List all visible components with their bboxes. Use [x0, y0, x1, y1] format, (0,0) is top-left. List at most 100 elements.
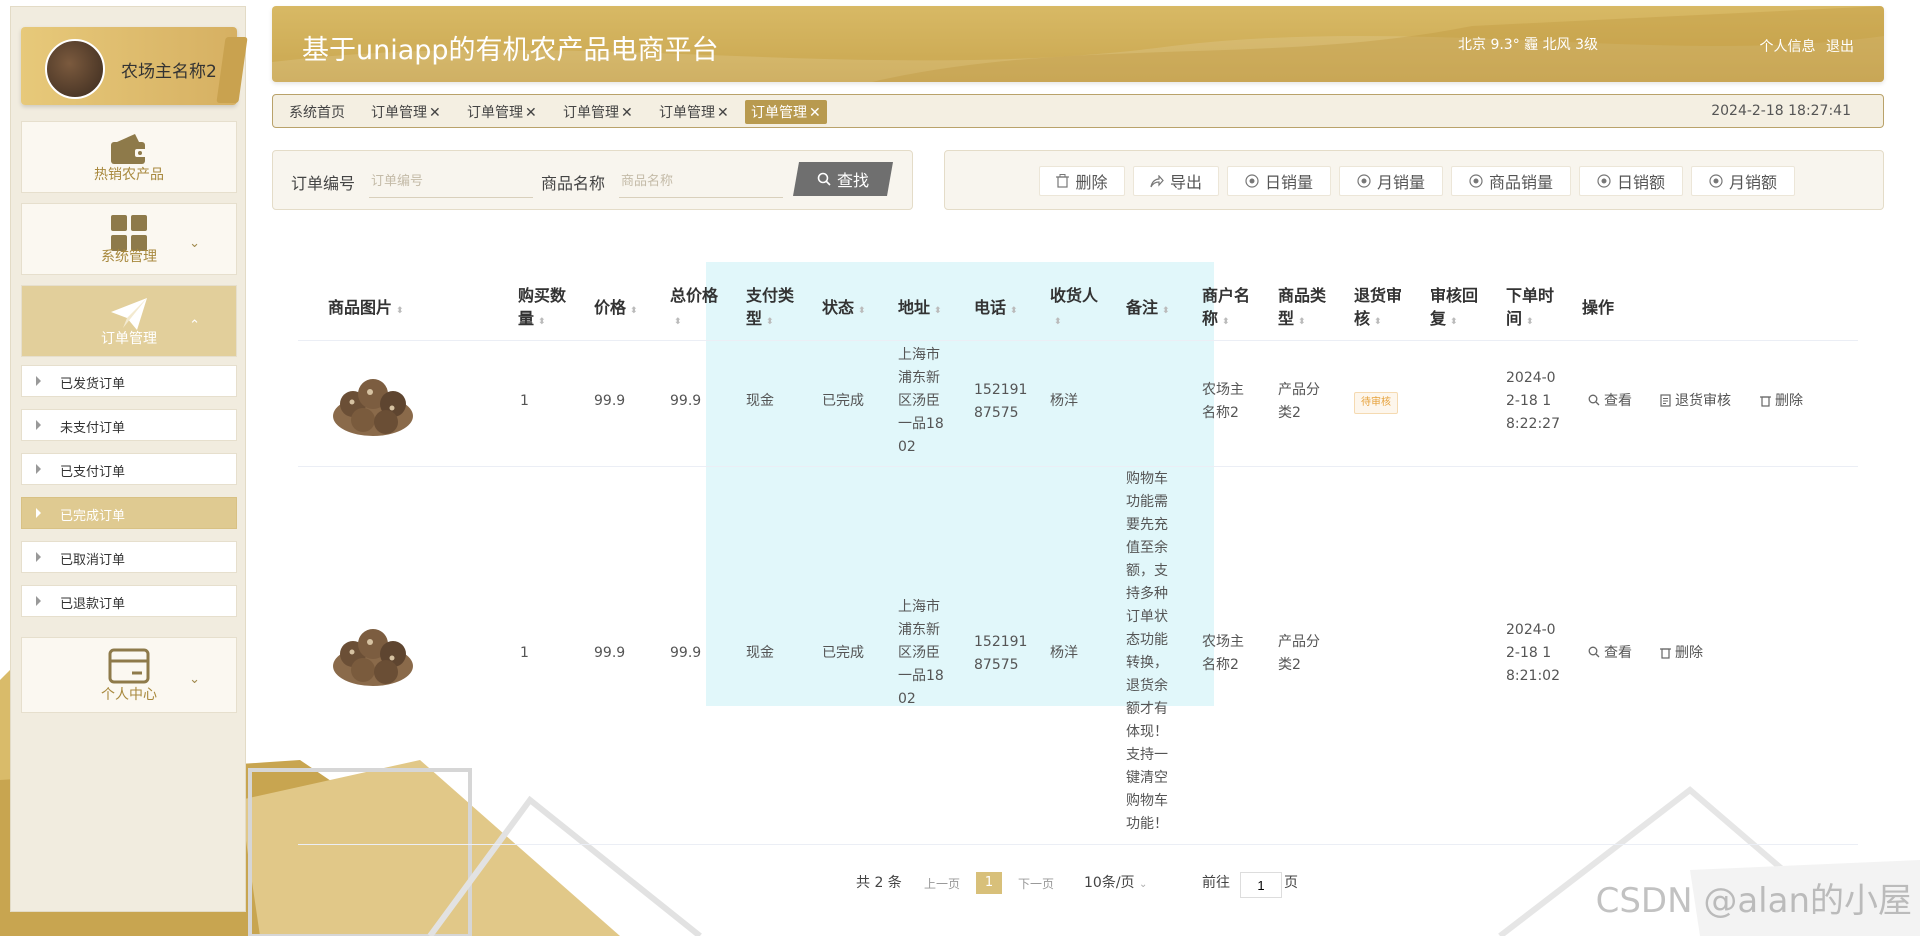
submenu-completed-orders[interactable]: 已完成订单: [21, 497, 237, 529]
close-icon[interactable]: ✕: [717, 105, 729, 121]
tab-orders-1[interactable]: 订单管理 ✕: [371, 102, 441, 122]
search-button[interactable]: 查找: [793, 162, 893, 196]
cell-address: 上海市 浦东新 区汤臣 一品18 02: [898, 347, 944, 455]
th-paytype[interactable]: 支付类型 ⬍: [746, 284, 794, 334]
menu-personal-center[interactable]: ⌄ 个人中心: [21, 637, 237, 713]
cell-paytype: 现金: [746, 393, 774, 409]
row-delete-button[interactable]: 删除: [1660, 642, 1703, 662]
product-name-input[interactable]: [619, 165, 783, 198]
cell-phone: 152191 87575: [974, 634, 1028, 673]
th-refund[interactable]: 退货审核 ⬍: [1354, 284, 1402, 334]
page-size-select[interactable]: 10条/页 ⌄: [1084, 872, 1147, 892]
menu-label: 热销农产品: [94, 167, 164, 183]
table-row[interactable]: 1 99.9 99.9 现金 已完成 上海市 浦东新 区汤臣 一品18 02 15219…: [298, 340, 1858, 467]
th-price[interactable]: 价格 ⬍: [594, 296, 638, 323]
goto-unit: 页: [1284, 875, 1298, 891]
caret-right-icon: [36, 376, 41, 386]
tab-orders-3[interactable]: 订单管理 ✕: [563, 102, 633, 122]
th-phone[interactable]: 电话 ⬍: [974, 296, 1018, 323]
submenu-refunded-orders[interactable]: 已退款订单: [21, 585, 237, 617]
target-icon: [1245, 174, 1259, 188]
submenu-label: 已发货订单: [60, 377, 126, 392]
remark-line: 退货余: [1126, 678, 1168, 694]
next-page-button[interactable]: 下一页: [1018, 875, 1054, 892]
remark-line: 功能需: [1126, 494, 1168, 510]
remark-line: 值至余: [1126, 540, 1168, 556]
th-qty[interactable]: 购买数量 ⬍: [518, 284, 566, 334]
daily-sales-button[interactable]: 日销量: [1227, 166, 1331, 196]
menu-orders[interactable]: ⌃ 订单管理: [21, 285, 237, 357]
th-reply[interactable]: 审核回复 ⬍: [1430, 284, 1478, 334]
order-no-input[interactable]: [369, 165, 533, 198]
view-button[interactable]: 查看: [1588, 390, 1632, 410]
cell-merchant: 农场主 名称2: [1202, 634, 1244, 673]
product-name-label: 商品名称: [541, 174, 606, 193]
th-receiver[interactable]: 收货人 ⬍: [1050, 284, 1098, 334]
current-datetime: 2024-2-18 18:27:41: [1711, 103, 1851, 119]
submenu-cancelled-orders[interactable]: 已取消订单: [21, 541, 237, 573]
orders-table: 商品图片 ⬍ 购买数量 ⬍ 价格 ⬍ 总价格 ⬍ 支付类型 ⬍ 状态 ⬍ 地址 ⬍ 电话 ⬍ 收…: [298, 262, 1858, 845]
th-image[interactable]: 商品图片 ⬍: [328, 296, 404, 323]
order-no-label: 订单编号: [291, 174, 356, 193]
cell-category: 产品分 类2: [1278, 634, 1320, 673]
profile-card[interactable]: 农场主名称2: [21, 27, 248, 105]
th-category[interactable]: 商品类型 ⬍: [1278, 284, 1326, 334]
tab-orders-active[interactable]: 订单管理 ✕: [745, 100, 827, 124]
profile-tab-decoration: [216, 37, 248, 103]
close-icon[interactable]: ✕: [429, 105, 441, 121]
prev-page-button[interactable]: 上一页: [924, 875, 960, 892]
table-row[interactable]: 1 99.9 99.9 现金 已完成 上海市 浦东新 区汤臣 一品18 02 15219…: [298, 466, 1858, 845]
profile-link[interactable]: 个人信息: [1760, 39, 1816, 55]
cell-paytype: 现金: [746, 645, 774, 661]
submenu-unpaid-orders[interactable]: 未支付订单: [21, 409, 237, 441]
logout-link[interactable]: 退出: [1826, 39, 1854, 55]
th-status[interactable]: 状态 ⬍: [822, 296, 866, 323]
page-number-current[interactable]: 1: [976, 872, 1002, 894]
monthly-sales-button[interactable]: 月销量: [1339, 166, 1443, 196]
cell-total: 99.9: [670, 645, 702, 661]
delete-button[interactable]: 删除: [1039, 166, 1125, 196]
chevron-down-icon: ⌄: [1138, 879, 1148, 890]
status-badge: 待审核: [1354, 392, 1398, 414]
tab-orders-4[interactable]: 订单管理 ✕: [659, 102, 729, 122]
close-icon[interactable]: ✕: [621, 105, 633, 121]
th-total[interactable]: 总价格 ⬍: [670, 284, 718, 334]
goto-page-input[interactable]: [1240, 872, 1282, 898]
trash-icon: [1056, 174, 1070, 188]
cell-time: 2024-0 2-18 1 8:21:02: [1506, 622, 1560, 684]
daily-amount-button[interactable]: 日销额: [1579, 166, 1683, 196]
view-button[interactable]: 查看: [1588, 642, 1632, 662]
product-sales-button[interactable]: 商品销量: [1451, 166, 1571, 196]
cell-category: 产品分 类2: [1278, 382, 1320, 421]
th-merchant[interactable]: 商户名称 ⬍: [1202, 284, 1250, 334]
th-address[interactable]: 地址 ⬍: [898, 296, 942, 323]
sidebar: 农场主名称2 热销农产品 ⌄ 系统管理 ⌃ 订单管理 已发货订单 未支付订单 已…: [10, 6, 248, 912]
close-icon[interactable]: ✕: [809, 105, 821, 121]
cell-merchant: 农场主 名称2: [1202, 382, 1244, 421]
close-icon[interactable]: ✕: [525, 105, 537, 121]
export-button[interactable]: 导出: [1133, 166, 1219, 196]
remark-line: 支持一: [1126, 747, 1168, 763]
remark-line: 体现！: [1126, 724, 1168, 740]
menu-label: 个人中心: [101, 687, 157, 703]
menu-system[interactable]: ⌄ 系统管理: [21, 203, 237, 275]
tab-orders-2[interactable]: 订单管理 ✕: [467, 102, 537, 122]
goto-label: 前往: [1202, 875, 1230, 891]
monthly-amount-button[interactable]: 月销额: [1691, 166, 1795, 196]
watermark: CSDN @alan的小屋: [1595, 881, 1912, 921]
remark-line: 购物车: [1126, 793, 1168, 809]
submenu-paid-orders[interactable]: 已支付订单: [21, 453, 237, 485]
row-delete-button[interactable]: 删除: [1760, 390, 1803, 410]
remark-line: 键清空: [1126, 770, 1168, 786]
th-time[interactable]: 下单时间 ⬍: [1506, 284, 1554, 334]
target-icon: [1357, 174, 1371, 188]
menu-hot-products[interactable]: 热销农产品: [21, 121, 237, 193]
cell-receiver: 杨洋: [1050, 393, 1078, 409]
tab-home[interactable]: 系统首页: [289, 102, 345, 122]
search-panel: 订单编号 商品名称 查找: [272, 150, 913, 210]
submenu-shipped-orders[interactable]: 已发货订单: [21, 365, 237, 397]
pagination-total: 共 2 条: [856, 875, 902, 891]
th-remark[interactable]: 备注 ⬍: [1126, 296, 1170, 323]
app-title: 基于uniapp的有机农产品电商平台: [302, 35, 719, 66]
refund-review-button[interactable]: 退货审核: [1660, 390, 1731, 410]
